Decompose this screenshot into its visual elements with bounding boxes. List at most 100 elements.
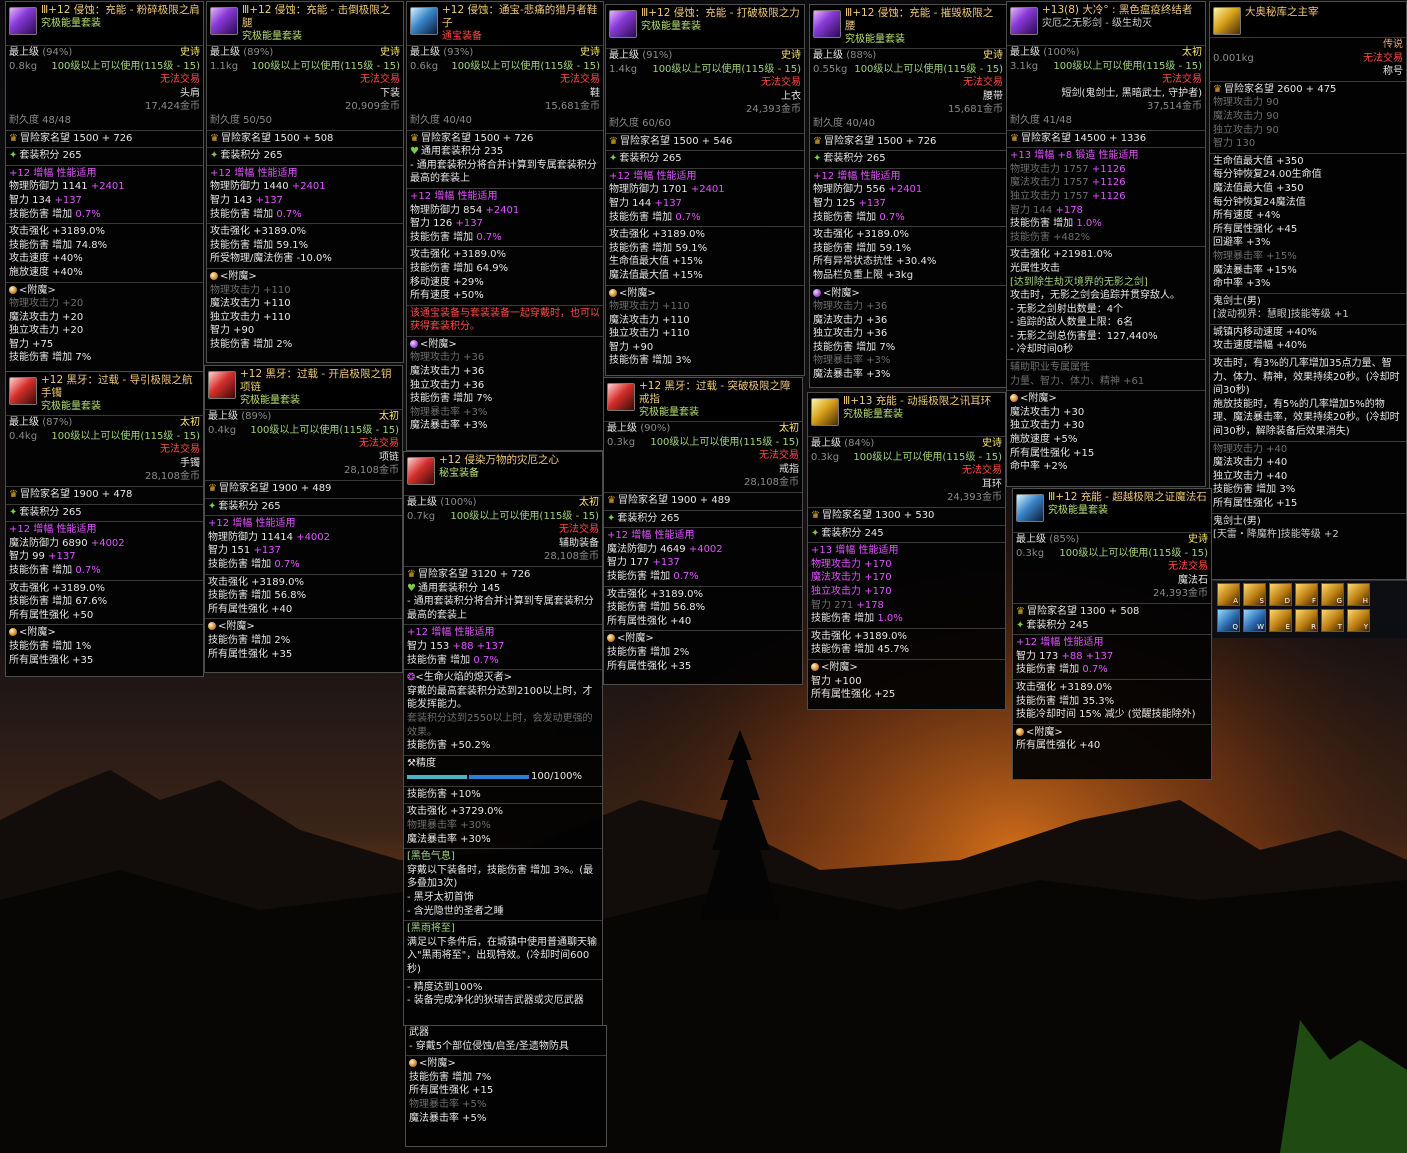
bracelet-icon [9, 377, 37, 405]
set-icon: ✦ [208, 500, 217, 512]
item-pct: (90%) [640, 423, 671, 434]
item-weight: 0.6kg [410, 60, 439, 72]
stat: 移动速度 +29% [410, 276, 484, 288]
stat-bonus: 1.0% [1076, 218, 1102, 230]
earring-icon [811, 398, 839, 426]
item-req: 100级以上可以使用(115级 - 15) [853, 451, 1002, 463]
trade-status: 无法交易 [160, 74, 200, 86]
stat: 技能伤害 增加 59.1% [813, 242, 912, 254]
hotkey-label: W [1257, 623, 1264, 631]
skill-slot-icon[interactable]: H [1347, 583, 1370, 606]
stat-bonus: +4002 [296, 531, 331, 543]
stat: 魔法暴击率 +30% [407, 833, 491, 845]
enchant-header: <附魔> [821, 661, 858, 673]
item-price: 24,393金币 [746, 104, 801, 116]
stat-bonus: +170 [864, 558, 892, 570]
necklace-icon [208, 371, 236, 399]
amplify: +12 增幅 性能适用 [210, 167, 298, 179]
enchant-stat: 命中率 +2% [1010, 461, 1068, 473]
item-type: 究极能量套装 [843, 409, 903, 420]
stat: 物理防御力 854 [410, 204, 483, 216]
item-name: +12 侵蚀：充能 - 击倒极限之腿 [242, 4, 391, 29]
skill-slot-icon[interactable]: E [1269, 609, 1292, 632]
skill-slot-icon[interactable]: D [1269, 583, 1292, 606]
option-desc: 套装积分达到2550以上时，会发动更强的效果。 [407, 712, 593, 738]
stat: 攻击速度增幅 +40% [1213, 340, 1307, 352]
stat: 攻击强化 +3189.0% [6, 579, 203, 596]
skill-slot-icon[interactable]: Q [1217, 609, 1240, 632]
enchant-orb-icon [813, 288, 821, 297]
item-tooltip-magicstone: Ⅲ+12 充能 - 超越极限之证魔法石 究极能量套装 最上级 (85%) 史诗 0.… [1012, 488, 1212, 780]
stat-bonus: +4002 [90, 537, 125, 549]
enchant-stat: 技能伤害 增加 2% [607, 646, 690, 658]
stat: 技能伤害 增加 56.8% [208, 590, 307, 602]
heart-icon: ♥ [407, 582, 416, 594]
item-type: 究极能量套装 [1048, 505, 1108, 516]
stat-bonus: +88 +137 [1061, 650, 1114, 662]
item-tooltip-subequip: +12 侵染万物的灾厄之心 秘宝装备 最上级 (100%) 太初 0.7kg 100级… [403, 451, 603, 1026]
enchant-stat: 智力 +100 [811, 675, 862, 687]
skill-slot-icon[interactable]: W [1243, 609, 1266, 632]
stat-bonus: 0.7% [274, 558, 300, 570]
enchant-stat: 物理攻击力 +36 [813, 301, 888, 313]
skill-slot-icon[interactable]: A [1217, 583, 1240, 606]
item-req: 100级以上可以使用(115级 - 15) [250, 424, 399, 436]
option-desc: 穿戴以下装备时，技能伤害 增加 3%。(最多叠加3次) [407, 864, 594, 890]
set-points: 套装积分 265 [19, 150, 82, 162]
stat: 技能伤害 增加 [1016, 664, 1080, 676]
enchant-stat: 物理攻击力 +20 [9, 298, 84, 310]
stat: 技能伤害 增加 74.8% [9, 239, 108, 251]
hotkey-label: S [1259, 597, 1264, 605]
item-slot: 魔法石 [1178, 574, 1208, 586]
trade-status: 无法交易 [560, 74, 600, 86]
stat: 技能伤害 增加 3% [1213, 484, 1296, 496]
skill-slot-icon[interactable]: T [1321, 609, 1344, 632]
item-slot: 上衣 [781, 90, 801, 102]
fame: 冒险家名望 1300 + 530 [821, 509, 935, 521]
item-name: +12 侵蚀：充能 - 打破极限之力 [648, 7, 800, 19]
enchant-orb-icon [811, 662, 819, 671]
stat: 魔法暴击率 +15% [1213, 264, 1297, 276]
stat: 所有属性强化 +15 [1213, 498, 1298, 509]
stat: 智力 144 [1010, 204, 1053, 216]
enchant-stat: 技能伤害 增加 7% [813, 341, 896, 353]
stat: 鬼剑士(男) [1210, 512, 1406, 529]
stat: 物品栏负重上限 +3kg [813, 269, 914, 281]
skill-slot-icon[interactable]: R [1295, 609, 1318, 632]
hotkey-label: A [1233, 597, 1238, 605]
enchant-stat: 技能伤害 增加 2% [208, 634, 291, 646]
option-desc: - 黑牙太初首饰 [407, 892, 474, 904]
precision-icon: ⚒ [407, 757, 416, 769]
crown-icon: ♛ [811, 509, 820, 521]
skill-slot-icon[interactable]: Y [1347, 609, 1370, 632]
stat: 技能伤害 增加 59.1% [210, 239, 309, 251]
trade-status: 无法交易 [963, 77, 1003, 89]
enchant-header: <附魔> [1020, 393, 1057, 405]
stat-bonus: 0.7% [673, 570, 699, 582]
stat: 独立攻击力 [811, 585, 861, 597]
enchant-orb-icon [409, 1059, 417, 1068]
stat: 命中率 +3% [1213, 278, 1271, 290]
enchant-stat: 智力 +75 [9, 338, 54, 350]
item-tier: 最上级 [1016, 534, 1046, 545]
item-weight: 1.1kg [210, 60, 239, 72]
item-pct: (100%) [1043, 47, 1080, 58]
precision-value: 100/100% [531, 771, 583, 783]
item-name: +12 充能 - 超越极限之证魔法石 [1055, 491, 1207, 503]
skill-slot-icon[interactable]: F [1295, 583, 1318, 606]
item-tooltip-earring: Ⅲ+13 充能 - 动摇极限之讯耳环 究极能量套装 最上级 (84%) 史诗 0.3… [807, 392, 1006, 710]
stat: 智力 125 [813, 197, 856, 209]
stat: 攻击强化 +21981.0% [1007, 246, 1205, 262]
precision-label: 精度 [415, 757, 436, 769]
crown-icon: ♛ [609, 135, 618, 147]
stat: 魔法防御力 4649 [607, 543, 686, 555]
stat: 独立攻击力 90 [1213, 124, 1279, 136]
enchant-stat: 魔法攻击力 +110 [210, 298, 291, 310]
skill-slot-icon[interactable]: S [1243, 583, 1266, 606]
stat: 智力 271 [811, 599, 854, 611]
stat-bonus: +170 [864, 572, 892, 584]
skill-slot-icon[interactable]: G [1321, 583, 1344, 606]
shoes-icon [410, 7, 438, 35]
stat-bonus: +137 [455, 218, 483, 230]
enchant-header: <附魔> [19, 284, 56, 296]
